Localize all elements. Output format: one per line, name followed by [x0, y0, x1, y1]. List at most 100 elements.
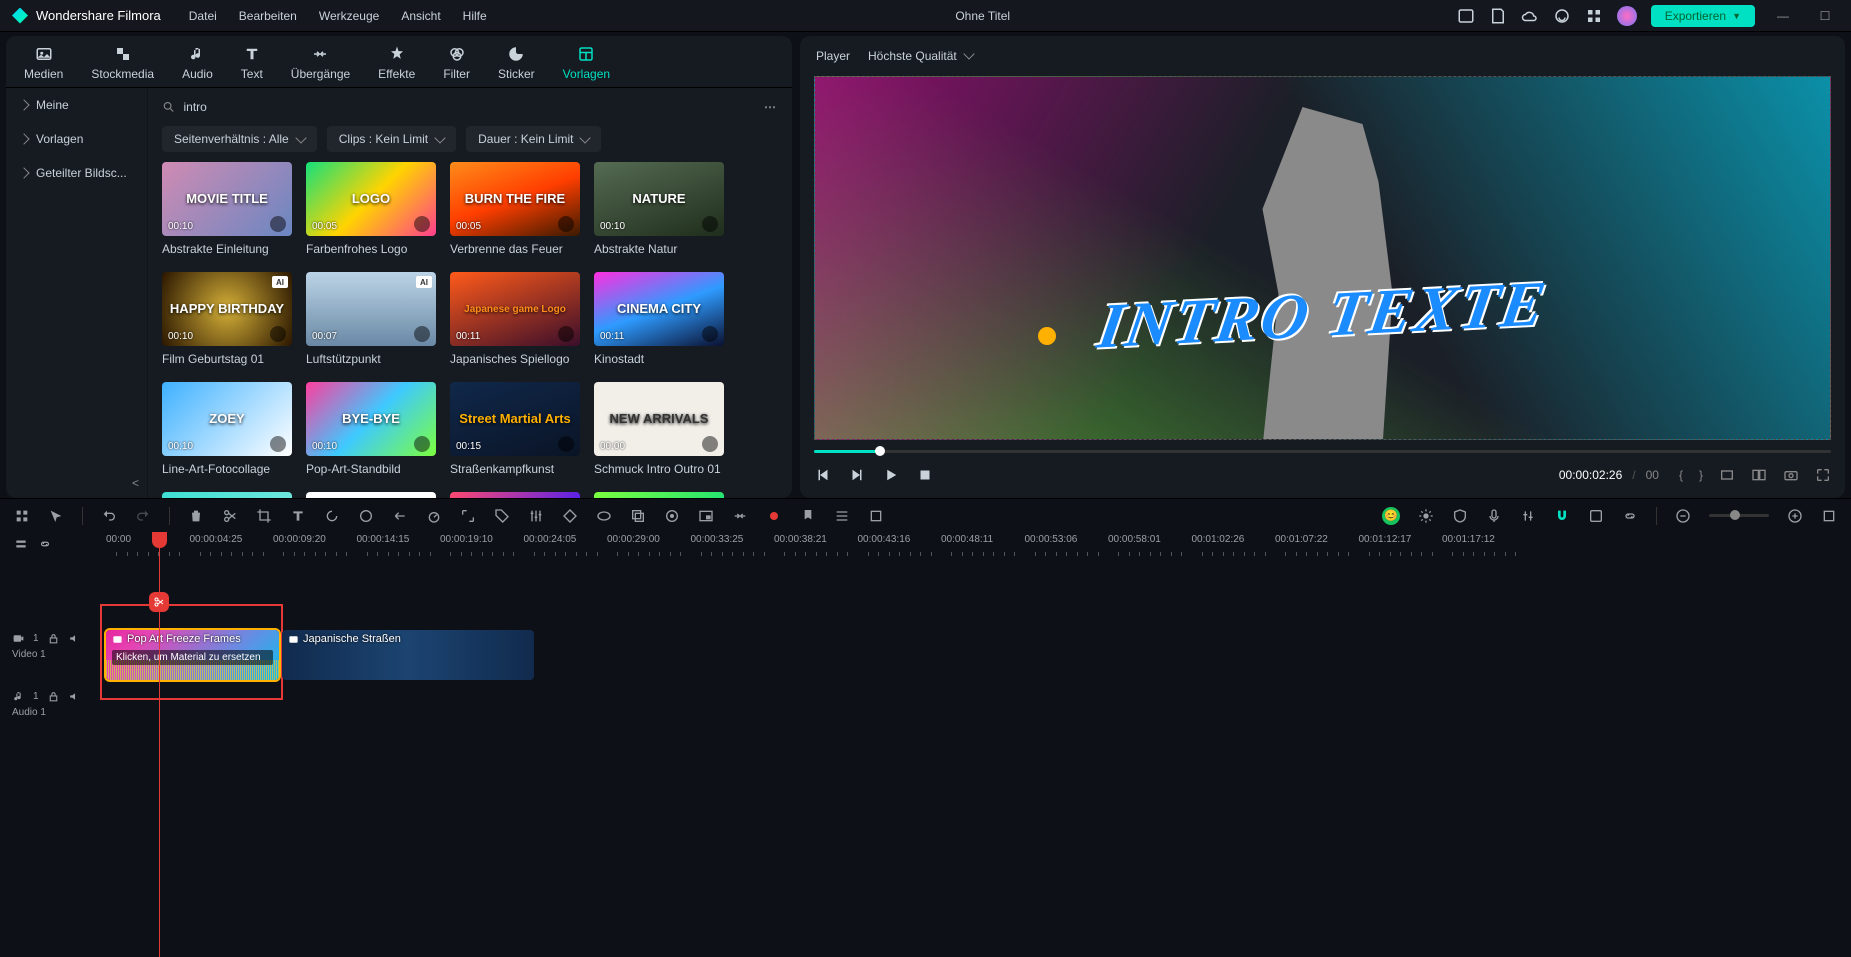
auto-reframe-icon[interactable]: 😊: [1382, 507, 1400, 525]
playhead-split-button[interactable]: [149, 592, 169, 612]
filter-chip-1[interactable]: Clips : Kein Limit: [327, 126, 456, 152]
more-options-icon[interactable]: ⋯: [764, 100, 778, 114]
collapse-sidebar-button[interactable]: <: [132, 476, 139, 490]
preview-scrubber[interactable]: [814, 444, 1831, 460]
template-thumb[interactable]: Vlog: [306, 492, 436, 498]
window-minimize[interactable]: —: [1769, 9, 1797, 23]
mask-icon[interactable]: [596, 508, 612, 524]
speed-icon[interactable]: [426, 508, 442, 524]
download-icon[interactable]: [558, 436, 574, 452]
tab-medien[interactable]: Medien: [24, 45, 63, 87]
keyframe-icon[interactable]: [562, 508, 578, 524]
play-button[interactable]: [882, 466, 900, 484]
search-input[interactable]: [183, 100, 754, 114]
timeline-ruler[interactable]: 00:0000:00:04:2500:00:09:2000:00:14:1500…: [106, 532, 1851, 556]
download-icon[interactable]: [270, 326, 286, 342]
download-icon[interactable]: [270, 216, 286, 232]
tab-uebergaenge[interactable]: Übergänge: [291, 45, 350, 87]
download-icon[interactable]: [414, 216, 430, 232]
save-icon[interactable]: [1489, 7, 1507, 25]
compare-icon[interactable]: [1751, 467, 1767, 483]
zoom-in-icon[interactable]: [1787, 508, 1803, 524]
template-thumb[interactable]: ZOEY00:10: [162, 382, 292, 456]
tab-sticker[interactable]: Sticker: [498, 45, 535, 87]
magnet-icon[interactable]: [1554, 508, 1570, 524]
tag-icon[interactable]: [494, 508, 510, 524]
sidenav-item-2[interactable]: Geteilter Bildsc...: [6, 156, 147, 190]
split-icon[interactable]: [222, 508, 238, 524]
stop-button[interactable]: [916, 466, 934, 484]
transition-icon[interactable]: [732, 508, 748, 524]
template-thumb[interactable]: HAPPY BIRTHDAY00:10AI: [162, 272, 292, 346]
speed-down-icon[interactable]: [392, 508, 408, 524]
snapshot-icon[interactable]: [1783, 467, 1799, 483]
fullscreen-icon[interactable]: [1815, 467, 1831, 483]
template-thumb[interactable]: BYE-BYE00:10: [306, 382, 436, 456]
delete-icon[interactable]: [188, 508, 204, 524]
lock-icon[interactable]: [47, 632, 60, 645]
download-icon[interactable]: [702, 216, 718, 232]
mark-out-button[interactable]: }: [1699, 468, 1703, 482]
clip-japan[interactable]: Japanische Straßen: [282, 630, 534, 680]
support-icon[interactable]: [1553, 7, 1571, 25]
template-thumb[interactable]: NATURE00:10: [594, 162, 724, 236]
template-thumb[interactable]: LOGO00:05: [306, 162, 436, 236]
tab-stockmedia[interactable]: Stockmedia: [91, 45, 154, 87]
audio-mixer-icon[interactable]: [1520, 508, 1536, 524]
download-icon[interactable]: [414, 326, 430, 342]
menu-datei[interactable]: Datei: [189, 9, 217, 23]
tab-vorlagen[interactable]: Vorlagen: [563, 45, 610, 87]
chroma-icon[interactable]: [664, 508, 680, 524]
prev-frame-button[interactable]: [814, 466, 832, 484]
group-icon[interactable]: [868, 508, 884, 524]
menu-bearbeiten[interactable]: Bearbeiten: [239, 9, 297, 23]
clip-popart[interactable]: Pop Art Freeze FramesKlicken, um Materia…: [106, 630, 279, 680]
menu-werkzeuge[interactable]: Werkzeuge: [319, 9, 379, 23]
zoom-fit-icon[interactable]: [1821, 508, 1837, 524]
tab-audio[interactable]: Audio: [182, 45, 213, 87]
template-thumb[interactable]: CINEMA CITY00:11: [594, 272, 724, 346]
playhead[interactable]: [159, 532, 160, 957]
download-icon[interactable]: [558, 326, 574, 342]
tab-filter[interactable]: Filter: [443, 45, 470, 87]
filter-chip-0[interactable]: Seitenverhältnis : Alle: [162, 126, 317, 152]
redo-icon[interactable]: [135, 508, 151, 524]
link-icon[interactable]: [1622, 508, 1638, 524]
playhead-handle[interactable]: [152, 532, 167, 548]
marker-icon[interactable]: [800, 508, 816, 524]
preview-settings-icon[interactable]: [1719, 467, 1735, 483]
download-icon[interactable]: [558, 216, 574, 232]
render-icon[interactable]: [1588, 508, 1604, 524]
download-icon[interactable]: [702, 326, 718, 342]
enhance-icon[interactable]: [1418, 508, 1434, 524]
undo-icon[interactable]: [101, 508, 117, 524]
record-icon[interactable]: [766, 508, 782, 524]
mute-icon[interactable]: [68, 632, 81, 645]
template-thumb[interactable]: 00:07AI: [306, 272, 436, 346]
expand-icon[interactable]: [460, 508, 476, 524]
zoom-out-icon[interactable]: [1675, 508, 1691, 524]
adjust-icon[interactable]: [528, 508, 544, 524]
tab-text[interactable]: Text: [241, 45, 263, 87]
cloud-icon[interactable]: [1521, 7, 1539, 25]
timeline-view-icon[interactable]: [14, 537, 28, 551]
template-thumb[interactable]: BURN THE FIRE00:05: [450, 162, 580, 236]
apps-icon[interactable]: [1585, 7, 1603, 25]
template-thumb[interactable]: Street Martial Arts00:15: [450, 382, 580, 456]
template-thumb[interactable]: MOVIE TITLE00:10: [162, 162, 292, 236]
download-icon[interactable]: [270, 436, 286, 452]
track-manager-icon[interactable]: [834, 508, 850, 524]
template-thumb[interactable]: Japanese game Logo00:11: [450, 272, 580, 346]
select-tool-icon[interactable]: [48, 508, 64, 524]
shield-icon[interactable]: [1452, 508, 1468, 524]
download-icon[interactable]: [702, 436, 718, 452]
zoom-slider[interactable]: [1709, 514, 1769, 517]
effects-stack-icon[interactable]: [630, 508, 646, 524]
sidenav-item-1[interactable]: Vorlagen: [6, 122, 147, 156]
sidenav-item-0[interactable]: Meine: [6, 88, 147, 122]
lock-icon[interactable]: [47, 690, 60, 703]
edit-tool-icon[interactable]: [14, 508, 30, 524]
user-avatar[interactable]: [1617, 6, 1637, 26]
rotate-icon[interactable]: [324, 508, 340, 524]
layout-icon[interactable]: [1457, 7, 1475, 25]
